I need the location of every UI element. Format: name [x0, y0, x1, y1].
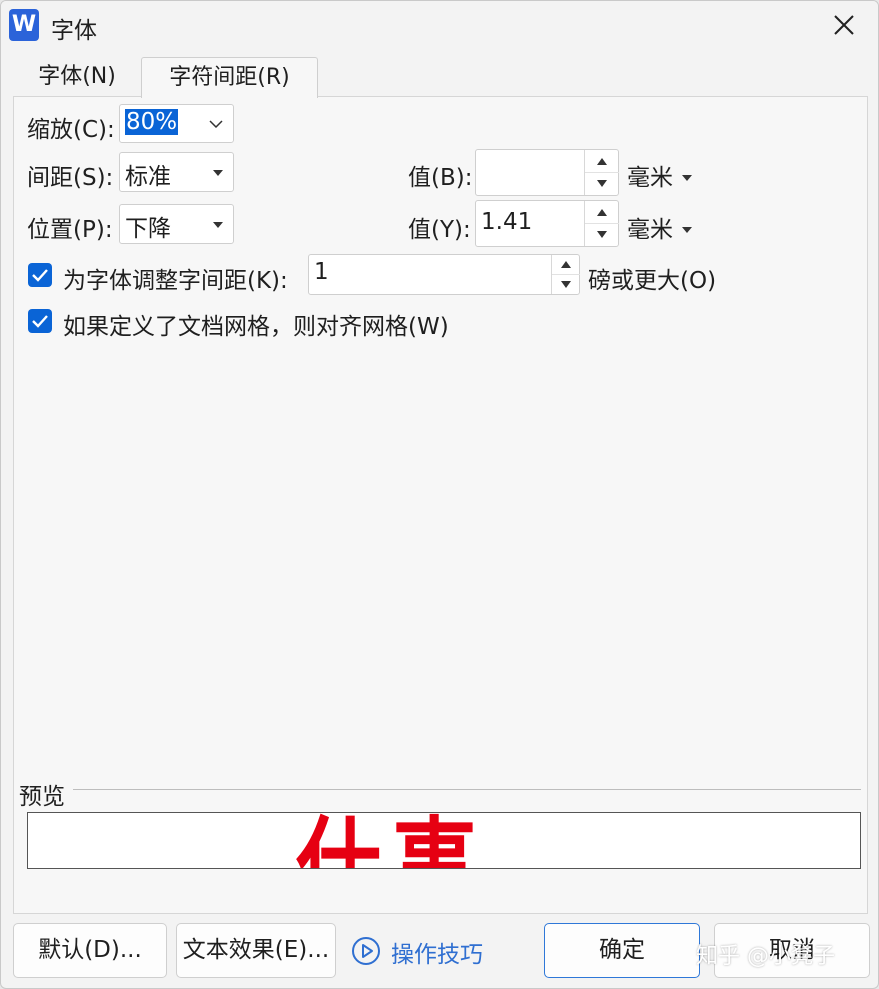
spacing-amount-spin-buttons [584, 150, 619, 196]
spacing-unit-dropdown[interactable]: 毫米 [627, 158, 693, 192]
tab-font[interactable]: 字体(N) [15, 57, 139, 97]
spacing-amount-spinner[interactable] [475, 149, 619, 196]
position-unit-dropdown[interactable]: 毫米 [627, 210, 693, 244]
spacing-select[interactable]: 标准 [119, 152, 234, 192]
increment-button[interactable] [585, 150, 619, 173]
dropdown-caret-icon [682, 175, 693, 181]
dropdown-caret-icon [213, 222, 223, 228]
position-amount-label: 值(Y): [408, 217, 471, 243]
text-effects-button[interactable]: 文本效果(E)... [176, 923, 336, 978]
increment-button[interactable] [552, 255, 580, 275]
ok-button[interactable]: 确定 [544, 923, 700, 978]
spacing-label: 间距(S): [27, 165, 114, 191]
position-value: 下降 [125, 216, 171, 242]
font-dialog: W 字体 字体(N) 字符间距(R) 缩放(C): 80% 间距(S): 标准 … [0, 0, 879, 989]
arrow-up-icon [597, 158, 607, 165]
increment-button[interactable] [585, 201, 619, 224]
kerning-suffix-label: 磅或更大(O) [588, 268, 717, 294]
dialog-title: 字体 [51, 18, 97, 44]
arrow-up-icon [597, 209, 607, 216]
kerning-label[interactable]: 为字体调整字间距(K): [63, 261, 288, 295]
arrow-down-icon [561, 281, 571, 288]
kerning-value[interactable]: 1 [314, 259, 329, 285]
arrow-down-icon [597, 231, 607, 238]
dropdown-caret-icon [682, 227, 693, 233]
spacing-unit-label: 毫米 [627, 165, 673, 191]
tips-label: 操作技巧 [391, 942, 483, 968]
scale-value[interactable]: 80% [125, 109, 179, 135]
grid-snap-label[interactable]: 如果定义了文档网格，则对齐网格(W) [63, 307, 449, 341]
arrow-down-icon [597, 180, 607, 187]
watermark: 知乎 @小凳子 [696, 944, 835, 969]
scale-label: 缩放(C): [27, 117, 115, 143]
preview-divider [73, 789, 861, 790]
dropdown-caret-icon [213, 170, 223, 176]
checkmark-icon [32, 315, 48, 328]
close-icon [834, 15, 854, 35]
play-circle-icon [352, 937, 380, 965]
title-bar: W 字体 [1, 1, 878, 49]
decrement-button[interactable] [552, 275, 580, 295]
kerning-spin-buttons [551, 255, 580, 295]
checkmark-icon [32, 269, 48, 282]
scale-combobox[interactable]: 80% [119, 104, 234, 143]
position-label: 位置(P): [27, 217, 113, 243]
arrow-up-icon [561, 261, 571, 268]
position-unit-label: 毫米 [627, 217, 673, 243]
close-button[interactable] [824, 7, 864, 43]
chevron-down-icon [209, 120, 223, 129]
decrement-button[interactable] [585, 173, 619, 196]
spacing-value: 标准 [125, 164, 171, 190]
tab-character-spacing[interactable]: 字符间距(R) [141, 57, 318, 98]
decrement-button[interactable] [585, 224, 619, 247]
position-amount-value[interactable]: 1.41 [481, 209, 532, 235]
kerning-spinner[interactable]: 1 [308, 254, 580, 295]
preview-label: 预览 [19, 784, 65, 810]
preview-sample-text: 仕事 [296, 815, 488, 869]
preview-box: 仕事 [27, 812, 861, 869]
wps-writer-icon: W [9, 9, 39, 41]
spacing-amount-label: 值(B): [408, 165, 473, 191]
position-select[interactable]: 下降 [119, 204, 234, 244]
default-button[interactable]: 默认(D)... [13, 923, 167, 978]
position-amount-spin-buttons [584, 201, 619, 247]
kerning-checkbox[interactable] [28, 263, 52, 287]
position-amount-spinner[interactable]: 1.41 [475, 200, 619, 247]
grid-snap-checkbox[interactable] [28, 309, 52, 333]
